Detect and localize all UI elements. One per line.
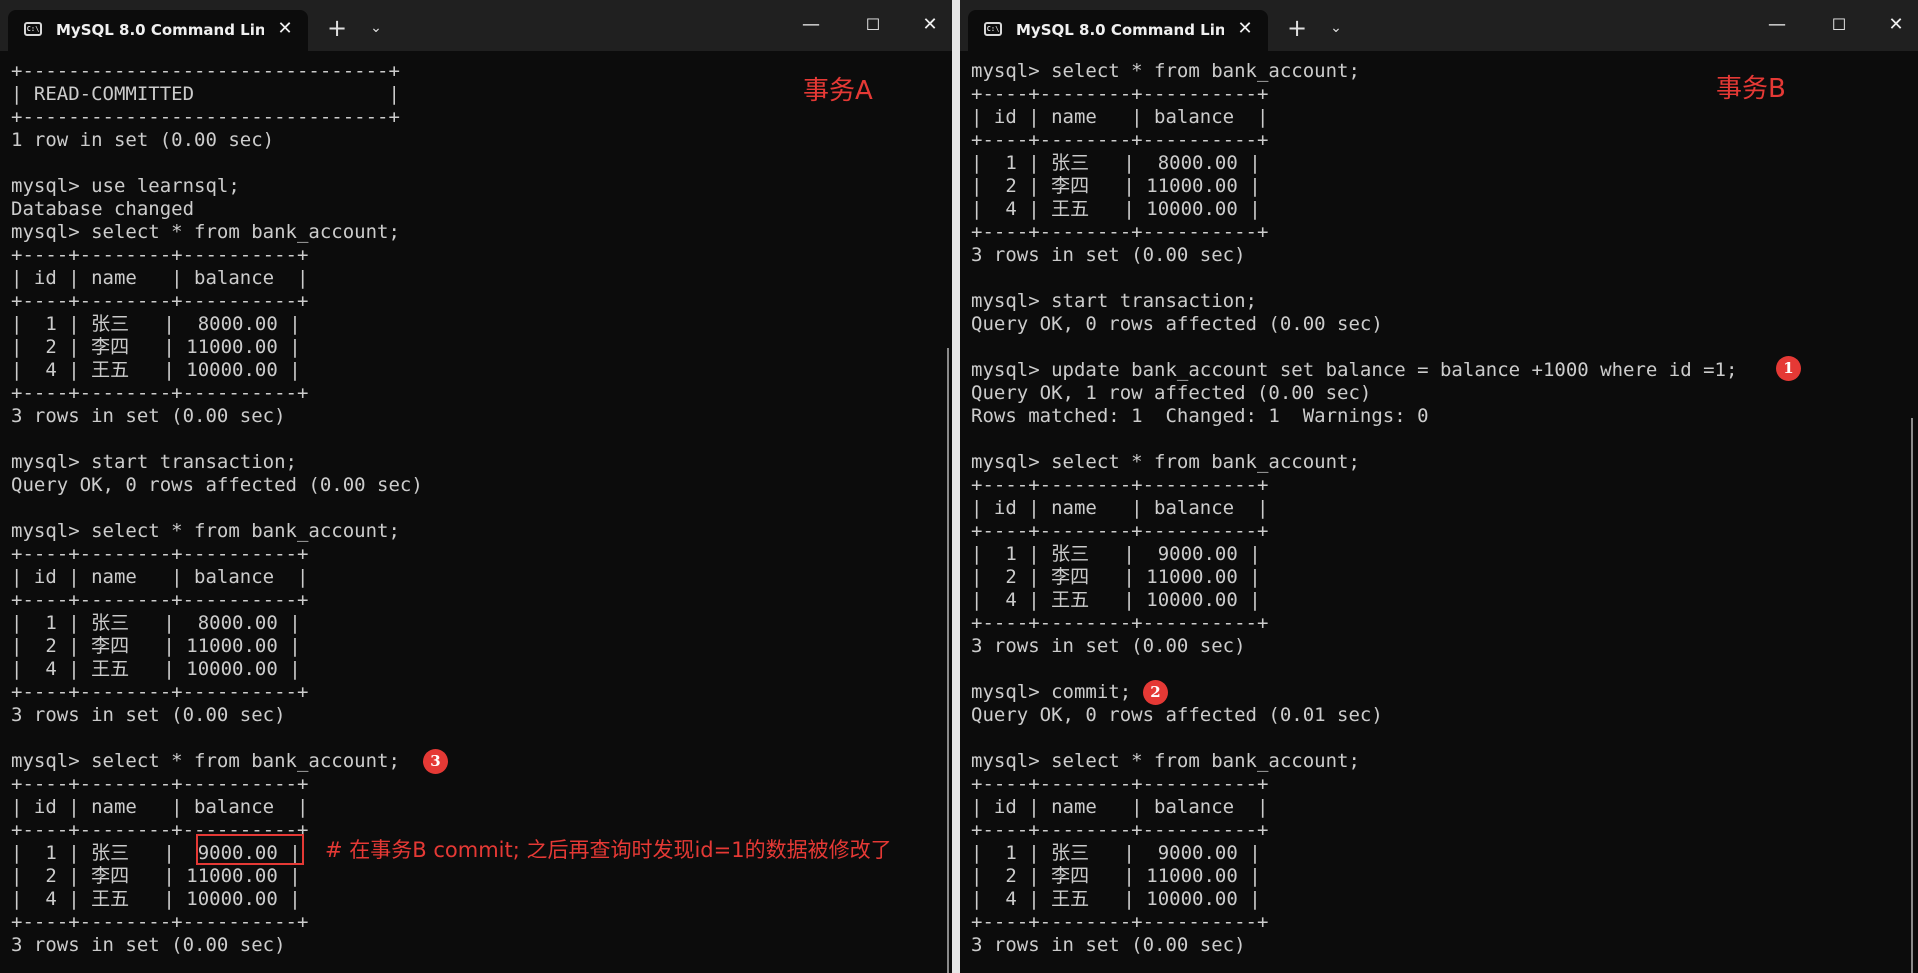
maximize-icon[interactable]: ☐ bbox=[850, 8, 896, 42]
terminal-icon: C:\ bbox=[984, 22, 1002, 36]
close-icon[interactable]: ✕ bbox=[907, 8, 952, 42]
title-bar[interactable]: C:\ MySQL 8.0 Command Line C ✕ + ⌄ — ☐ ✕ bbox=[0, 0, 952, 51]
tab-title: MySQL 8.0 Command Line C bbox=[1016, 21, 1224, 39]
transaction-label: 事务B bbox=[1716, 74, 1786, 104]
step-badge: 1 bbox=[1776, 356, 1801, 381]
tab-mysql-command-line[interactable]: C:\ MySQL 8.0 Command Line C ✕ bbox=[8, 10, 308, 51]
console-output[interactable]: mysql> select * from bank_account; +----… bbox=[971, 60, 1737, 957]
maximize-icon[interactable]: ☐ bbox=[1816, 8, 1862, 42]
chevron-down-icon[interactable]: ⌄ bbox=[362, 14, 390, 42]
terminal-icon: C:\ bbox=[24, 22, 42, 36]
tab-title: MySQL 8.0 Command Line C bbox=[56, 21, 264, 39]
title-bar[interactable]: C:\ MySQL 8.0 Command Line C ✕ + ⌄ — ☐ ✕ bbox=[960, 0, 1918, 51]
minimize-icon[interactable]: — bbox=[788, 8, 834, 42]
plus-icon[interactable]: + bbox=[323, 14, 351, 42]
tab-mysql-command-line[interactable]: C:\ MySQL 8.0 Command Line C ✕ bbox=[968, 10, 1268, 51]
minimize-icon[interactable]: — bbox=[1754, 8, 1800, 42]
annotation-note: # 在事务B commit; 之后再查询时发现id=1的数据被修改了 bbox=[325, 838, 892, 862]
plus-icon[interactable]: + bbox=[1283, 14, 1311, 42]
window-separator bbox=[952, 0, 960, 973]
terminal-window-b[interactable]: C:\ MySQL 8.0 Command Line C ✕ + ⌄ — ☐ ✕… bbox=[960, 0, 1918, 973]
step-badge: 2 bbox=[1143, 680, 1168, 705]
screen: C:\ MySQL 8.0 Command Line C ✕ + ⌄ — ☐ ✕… bbox=[0, 0, 1918, 973]
console-output[interactable]: +--------------------------------+ | REA… bbox=[11, 60, 423, 957]
step-badge: 3 bbox=[423, 749, 448, 774]
chevron-down-icon[interactable]: ⌄ bbox=[1322, 14, 1350, 42]
transaction-label: 事务A bbox=[803, 76, 873, 106]
close-icon[interactable]: ✕ bbox=[1873, 8, 1918, 42]
scrollbar[interactable] bbox=[947, 348, 949, 973]
scrollbar[interactable] bbox=[1911, 418, 1913, 973]
close-icon[interactable]: ✕ bbox=[1234, 18, 1256, 40]
highlight-box bbox=[196, 834, 304, 865]
terminal-window-a[interactable]: C:\ MySQL 8.0 Command Line C ✕ + ⌄ — ☐ ✕… bbox=[0, 0, 952, 973]
close-icon[interactable]: ✕ bbox=[274, 18, 296, 40]
